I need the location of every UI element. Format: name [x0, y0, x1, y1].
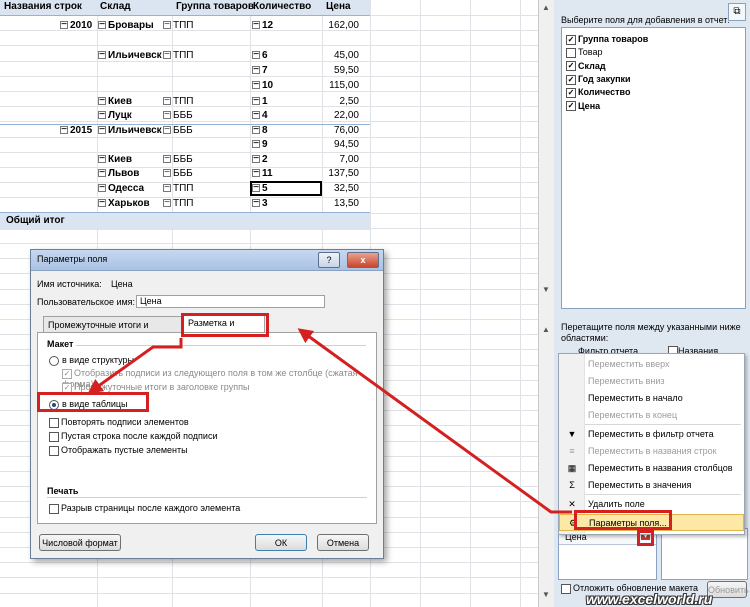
annotation-arrows — [87, 328, 572, 514]
watermark-text: www.excelworld.ru — [586, 591, 713, 607]
arrow-to-table-option — [87, 338, 183, 394]
arrow-to-tab — [297, 328, 572, 514]
